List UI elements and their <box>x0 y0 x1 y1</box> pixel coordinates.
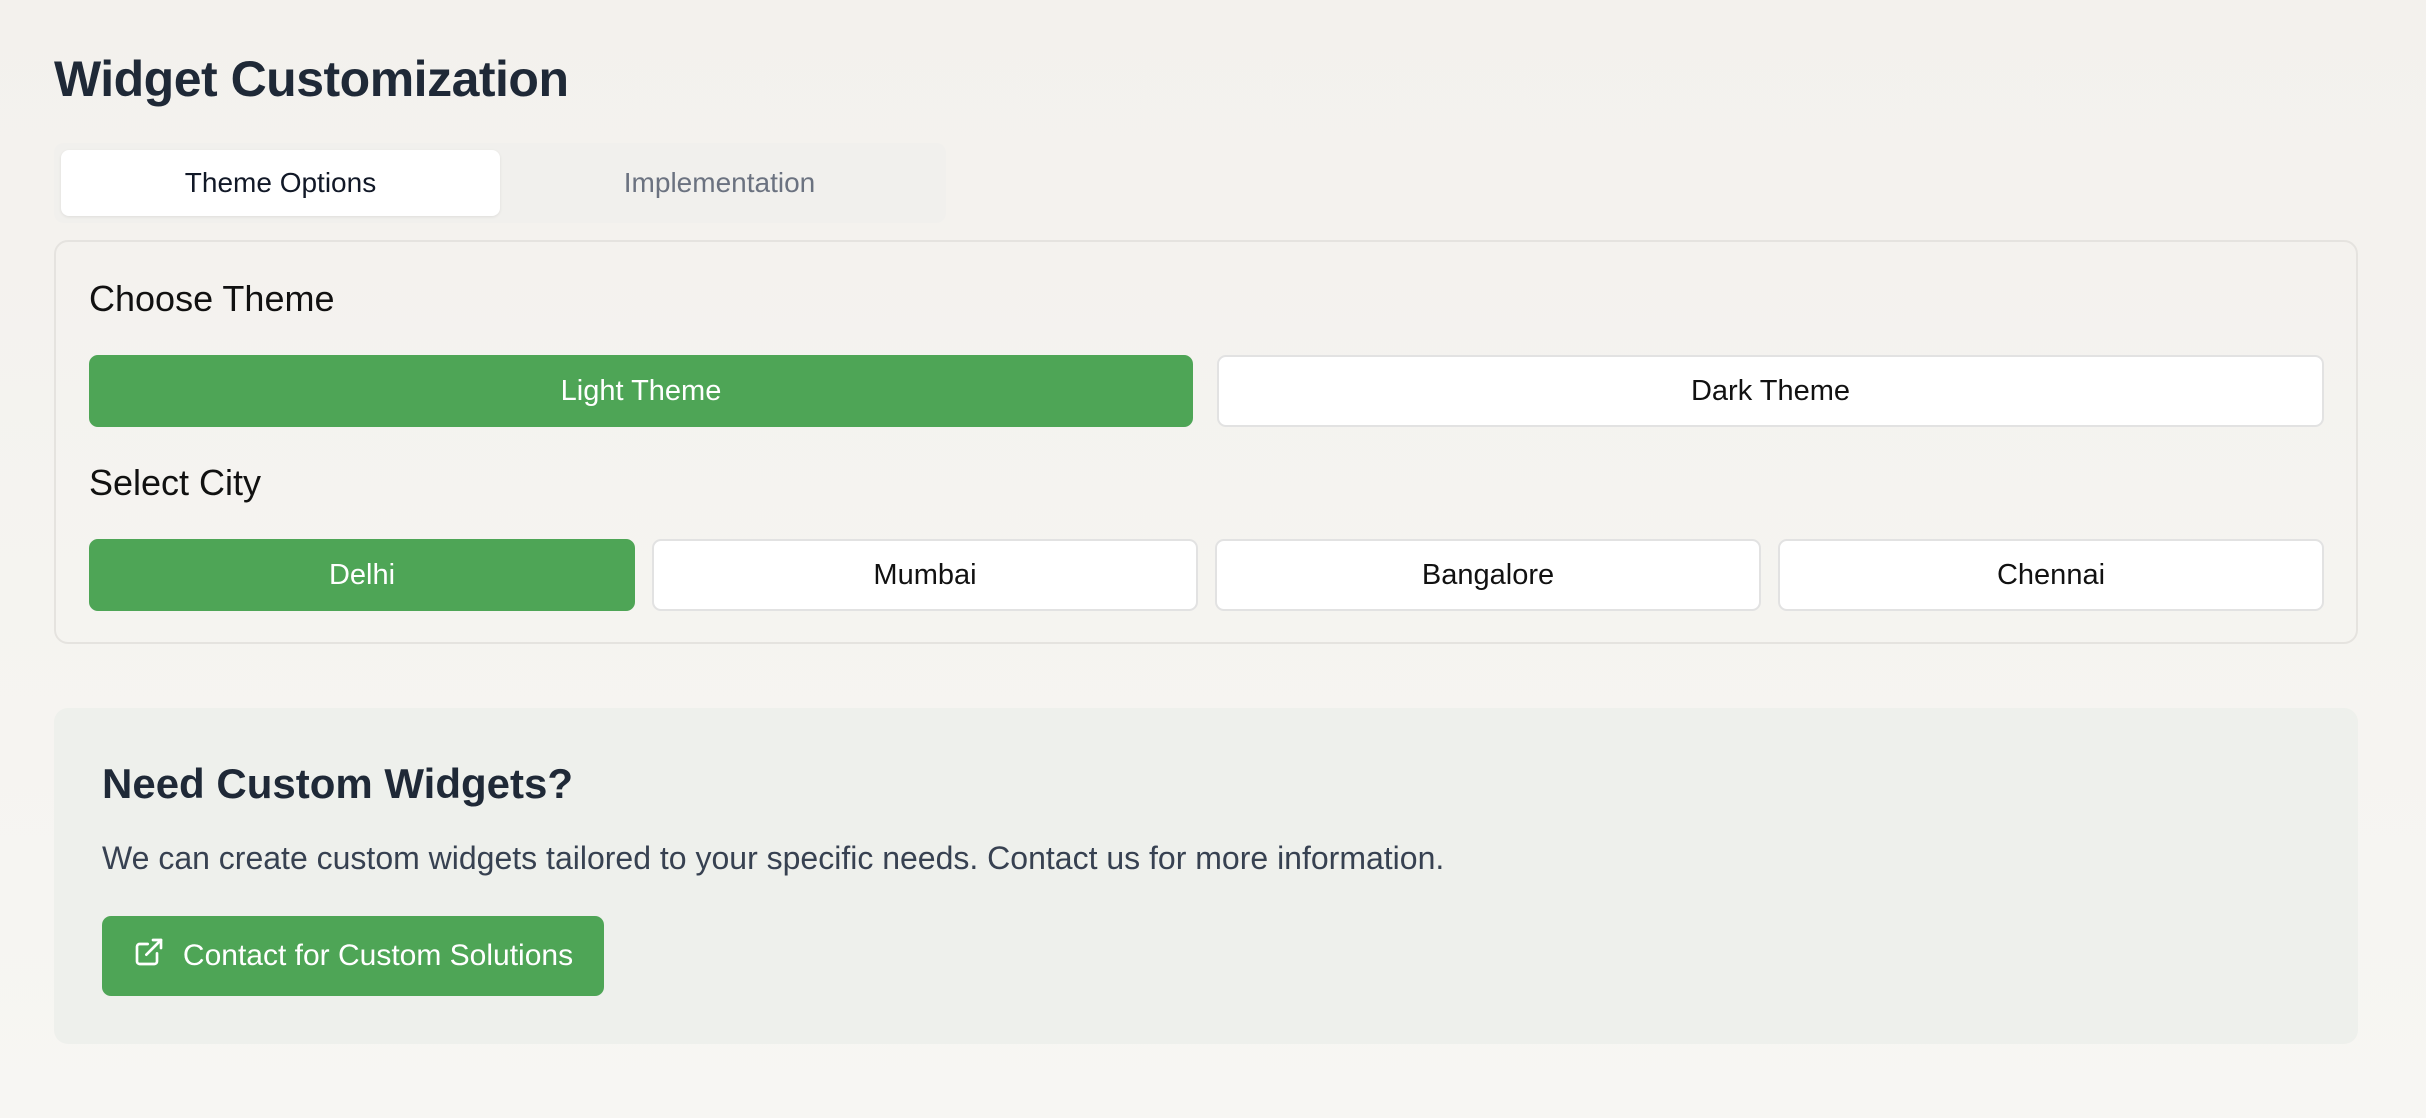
tab-implementation[interactable]: Implementation <box>500 150 939 216</box>
dark-theme-button[interactable]: Dark Theme <box>1217 355 2324 427</box>
cta-description: We can create custom widgets tailored to… <box>102 840 1445 876</box>
city-button-chennai[interactable]: Chennai <box>1778 539 2324 611</box>
select-city-heading: Select City <box>89 462 262 503</box>
theme-options-panel: Choose Theme Light Theme Dark Theme Sele… <box>54 240 2358 644</box>
city-button-bangalore[interactable]: Bangalore <box>1215 539 1761 611</box>
city-button-delhi[interactable]: Delhi <box>89 539 635 611</box>
city-button-mumbai[interactable]: Mumbai <box>652 539 1198 611</box>
light-theme-button[interactable]: Light Theme <box>89 355 1193 427</box>
external-link-icon <box>133 936 165 976</box>
cta-title: Need Custom Widgets? <box>102 760 573 807</box>
tab-theme-options[interactable]: Theme Options <box>61 150 500 216</box>
contact-button-label: Contact for Custom Solutions <box>182 939 574 972</box>
contact-custom-solutions-button[interactable]: Contact for Custom Solutions <box>102 916 604 996</box>
custom-widgets-card: Need Custom Widgets? We can create custo… <box>54 708 2358 1044</box>
choose-theme-heading: Choose Theme <box>89 278 335 319</box>
tab-list: Theme Options Implementation <box>54 143 946 223</box>
page-title: Widget Customization <box>54 51 569 107</box>
